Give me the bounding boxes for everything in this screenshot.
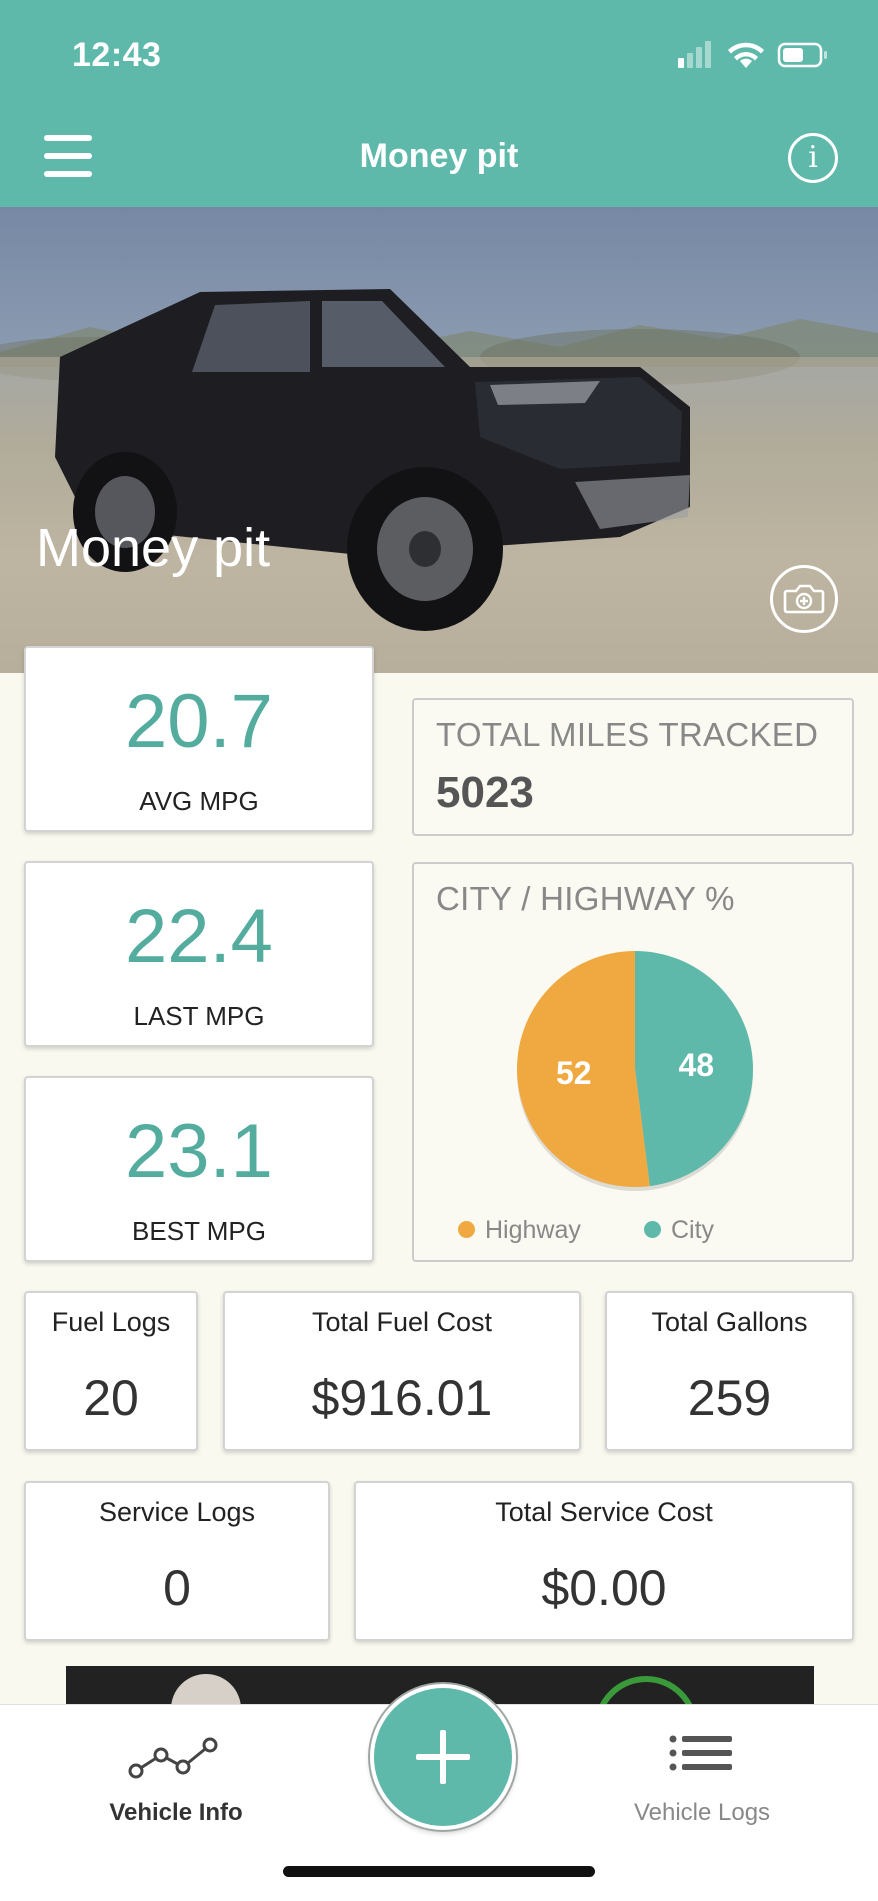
line-chart-icon bbox=[128, 1737, 218, 1779]
city-highway-caption: CITY / HIGHWAY % bbox=[436, 880, 735, 917]
total-service-cost-card: Total Service Cost $0.00 bbox=[354, 1481, 854, 1641]
status-time: 12:43 bbox=[72, 36, 162, 74]
vehicle-photo: Money pit bbox=[0, 207, 878, 673]
info-icon[interactable]: i bbox=[788, 133, 838, 183]
fuel-logs-label: Fuel Logs bbox=[51, 1307, 171, 1337]
app-header: Money pit i bbox=[0, 115, 878, 207]
total-gallons-value: 259 bbox=[687, 1370, 772, 1426]
total-service-cost-value: $0.00 bbox=[541, 1560, 667, 1616]
pie-label-city: 48 bbox=[678, 1047, 714, 1083]
last-mpg-card: 22.4 LAST MPG bbox=[24, 861, 374, 1047]
best-mpg-value: 23.1 bbox=[125, 1109, 273, 1194]
service-logs-value: 0 bbox=[163, 1560, 191, 1616]
legend-highway-label: Highway bbox=[485, 1216, 581, 1244]
cellular-signal-icon bbox=[678, 41, 711, 68]
legend-city-dot bbox=[644, 1220, 661, 1238]
legend-city-label: City bbox=[671, 1216, 715, 1244]
service-logs-label: Service Logs bbox=[98, 1497, 256, 1527]
vehicle-name-overlay: Money pit bbox=[36, 518, 271, 578]
avg-mpg-card: 20.7 AVG MPG bbox=[24, 646, 374, 832]
tab-vehicle-logs-label: Vehicle Logs bbox=[633, 1799, 771, 1826]
avg-mpg-value: 20.7 bbox=[125, 679, 273, 764]
add-photo-camera-icon[interactable] bbox=[770, 565, 838, 633]
best-mpg-card: 23.1 BEST MPG bbox=[24, 1076, 374, 1262]
status-icons bbox=[678, 41, 827, 68]
total-miles-card: TOTAL MILES TRACKED 5023 bbox=[412, 698, 854, 836]
status-bar: 12:43 bbox=[0, 0, 878, 115]
battery-icon bbox=[777, 42, 827, 68]
add-log-button[interactable] bbox=[370, 1684, 516, 1830]
list-icon bbox=[669, 1735, 732, 1771]
service-logs-card[interactable]: Service Logs 0 bbox=[24, 1481, 330, 1641]
truck-illustration bbox=[0, 289, 878, 673]
best-mpg-label: BEST MPG bbox=[132, 1216, 266, 1246]
wifi-icon bbox=[728, 42, 764, 68]
total-miles-caption: TOTAL MILES TRACKED bbox=[436, 716, 819, 753]
legend-highway-dot bbox=[458, 1220, 475, 1238]
fuel-logs-value: 20 bbox=[83, 1370, 139, 1426]
page-title: Money pit bbox=[359, 137, 519, 175]
plus-icon bbox=[416, 1730, 470, 1784]
total-gallons-label: Total Gallons bbox=[651, 1307, 808, 1337]
home-indicator bbox=[283, 1866, 595, 1877]
tab-vehicle-info-label: Vehicle Info bbox=[109, 1799, 243, 1826]
legend-city: City bbox=[644, 1216, 714, 1245]
avg-mpg-label: AVG MPG bbox=[139, 786, 259, 816]
tab-vehicle-logs[interactable]: Vehicle Logs bbox=[624, 1729, 780, 1839]
total-fuel-cost-label: Total Fuel Cost bbox=[311, 1307, 493, 1337]
city-highway-card: CITY / HIGHWAY % 48 52 Highway City bbox=[412, 862, 854, 1262]
total-gallons-card: Total Gallons 259 bbox=[605, 1291, 854, 1451]
pie-label-highway: 52 bbox=[556, 1055, 592, 1091]
fuel-logs-card[interactable]: Fuel Logs 20 bbox=[24, 1291, 198, 1451]
total-fuel-cost-value: $916.01 bbox=[311, 1370, 493, 1426]
last-mpg-label: LAST MPG bbox=[133, 1001, 265, 1031]
tab-vehicle-info[interactable]: Vehicle Info bbox=[104, 1729, 248, 1839]
city-highway-pie-chart: 48 52 bbox=[517, 951, 754, 1191]
legend-highway: Highway bbox=[458, 1216, 581, 1245]
total-service-cost-label: Total Service Cost bbox=[495, 1497, 713, 1527]
last-mpg-value: 22.4 bbox=[125, 894, 273, 979]
total-fuel-cost-card: Total Fuel Cost $916.01 bbox=[223, 1291, 581, 1451]
total-miles-value: 5023 bbox=[436, 768, 534, 817]
